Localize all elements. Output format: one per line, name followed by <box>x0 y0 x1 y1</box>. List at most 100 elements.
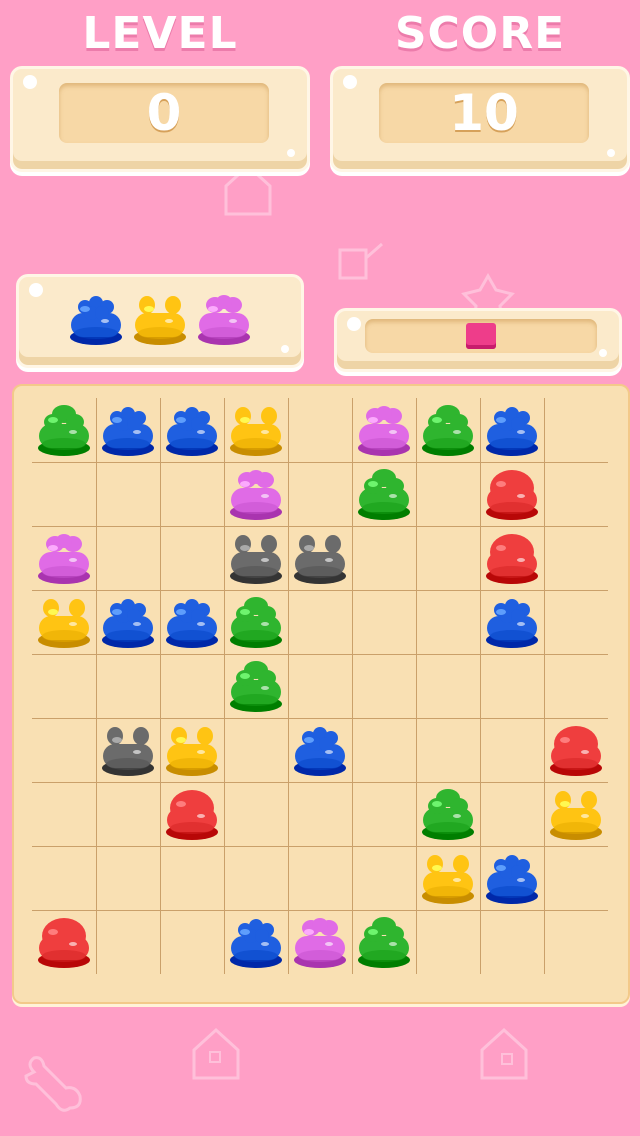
pink-jelly-piece[interactable] <box>291 914 349 970</box>
pink-jelly-piece[interactable] <box>35 530 93 586</box>
empty-cell[interactable] <box>35 722 93 778</box>
empty-cell[interactable] <box>483 658 541 714</box>
grid-line-vertical <box>352 398 353 974</box>
blue-jelly-piece[interactable] <box>483 850 541 906</box>
empty-cell[interactable] <box>35 786 93 842</box>
bone-outline-decoration <box>24 1056 82 1112</box>
green-jelly-piece[interactable] <box>355 466 413 522</box>
red-jelly-piece[interactable] <box>483 530 541 586</box>
empty-cell[interactable] <box>355 594 413 650</box>
empty-cell[interactable] <box>99 914 157 970</box>
empty-cell[interactable] <box>99 530 157 586</box>
empty-cell[interactable] <box>227 786 285 842</box>
blue-jelly-piece[interactable] <box>483 594 541 650</box>
empty-cell[interactable] <box>547 850 605 906</box>
empty-cell[interactable] <box>419 594 477 650</box>
empty-cell[interactable] <box>163 466 221 522</box>
empty-cell[interactable] <box>547 914 605 970</box>
empty-cell[interactable] <box>419 530 477 586</box>
empty-cell[interactable] <box>547 402 605 458</box>
empty-cell[interactable] <box>163 850 221 906</box>
empty-cell[interactable] <box>163 530 221 586</box>
empty-cell[interactable] <box>547 466 605 522</box>
red-jelly-piece[interactable] <box>35 914 93 970</box>
empty-cell[interactable] <box>355 722 413 778</box>
grid-line-horizontal <box>32 782 608 783</box>
next-pink-jelly <box>195 291 253 347</box>
level-label: LEVEL <box>82 8 238 59</box>
empty-cell[interactable] <box>419 658 477 714</box>
green-jelly-piece[interactable] <box>227 658 285 714</box>
next-pieces-panel <box>16 274 304 368</box>
empty-cell[interactable] <box>547 594 605 650</box>
empty-cell[interactable] <box>227 722 285 778</box>
empty-cell[interactable] <box>99 466 157 522</box>
red-jelly-piece[interactable] <box>483 466 541 522</box>
blue-jelly-piece[interactable] <box>291 722 349 778</box>
empty-cell[interactable] <box>163 914 221 970</box>
gray-jelly-piece[interactable] <box>291 530 349 586</box>
empty-cell[interactable] <box>35 658 93 714</box>
blue-jelly-piece[interactable] <box>99 402 157 458</box>
yellow-jelly-piece[interactable] <box>163 722 221 778</box>
yellow-jelly-piece[interactable] <box>547 786 605 842</box>
blue-jelly-piece[interactable] <box>227 914 285 970</box>
green-jelly-piece[interactable] <box>419 402 477 458</box>
empty-cell[interactable] <box>547 658 605 714</box>
empty-cell[interactable] <box>291 466 349 522</box>
green-jelly-piece[interactable] <box>419 786 477 842</box>
empty-cell[interactable] <box>419 914 477 970</box>
grid-line-horizontal <box>32 910 608 911</box>
score-panel: 10 <box>330 66 630 172</box>
gray-jelly-piece[interactable] <box>227 530 285 586</box>
blue-jelly-piece[interactable] <box>483 402 541 458</box>
empty-cell[interactable] <box>99 786 157 842</box>
watering-can-outline-decoration <box>338 242 383 280</box>
empty-cell[interactable] <box>355 786 413 842</box>
grid-line-vertical <box>160 398 161 974</box>
score-value: 10 <box>449 84 519 142</box>
grid-line-vertical <box>544 398 545 974</box>
empty-cell[interactable] <box>483 722 541 778</box>
empty-cell[interactable] <box>483 786 541 842</box>
empty-cell[interactable] <box>291 786 349 842</box>
empty-cell[interactable] <box>35 466 93 522</box>
pink-jelly-piece[interactable] <box>355 402 413 458</box>
pink-jelly-piece[interactable] <box>227 466 285 522</box>
level-value: 0 <box>146 84 182 142</box>
empty-cell[interactable] <box>291 594 349 650</box>
grid-line-vertical <box>288 398 289 974</box>
empty-cell[interactable] <box>227 850 285 906</box>
empty-cell[interactable] <box>99 850 157 906</box>
empty-cell[interactable] <box>35 850 93 906</box>
blue-jelly-piece[interactable] <box>163 594 221 650</box>
empty-cell[interactable] <box>163 658 221 714</box>
yellow-jelly-piece[interactable] <box>35 594 93 650</box>
yellow-jelly-piece[interactable] <box>419 850 477 906</box>
grid-line-horizontal <box>32 654 608 655</box>
empty-cell[interactable] <box>355 658 413 714</box>
empty-cell[interactable] <box>419 466 477 522</box>
next-yellow-jelly <box>131 291 189 347</box>
next-blue-jelly <box>67 291 125 347</box>
red-jelly-piece[interactable] <box>547 722 605 778</box>
empty-cell[interactable] <box>547 530 605 586</box>
empty-cell[interactable] <box>419 722 477 778</box>
gray-jelly-piece[interactable] <box>99 722 157 778</box>
blue-jelly-piece[interactable] <box>99 594 157 650</box>
yellow-jelly-piece[interactable] <box>227 402 285 458</box>
blue-jelly-piece[interactable] <box>163 402 221 458</box>
green-jelly-piece[interactable] <box>227 594 285 650</box>
empty-cell[interactable] <box>355 530 413 586</box>
red-jelly-piece[interactable] <box>163 786 221 842</box>
green-jelly-piece[interactable] <box>355 914 413 970</box>
empty-cell[interactable] <box>355 850 413 906</box>
empty-cell[interactable] <box>291 658 349 714</box>
green-jelly-piece[interactable] <box>35 402 93 458</box>
grid-line-vertical <box>224 398 225 974</box>
empty-cell[interactable] <box>291 402 349 458</box>
empty-cell[interactable] <box>483 914 541 970</box>
empty-cell[interactable] <box>99 658 157 714</box>
grid-line-horizontal <box>32 846 608 847</box>
empty-cell[interactable] <box>291 850 349 906</box>
